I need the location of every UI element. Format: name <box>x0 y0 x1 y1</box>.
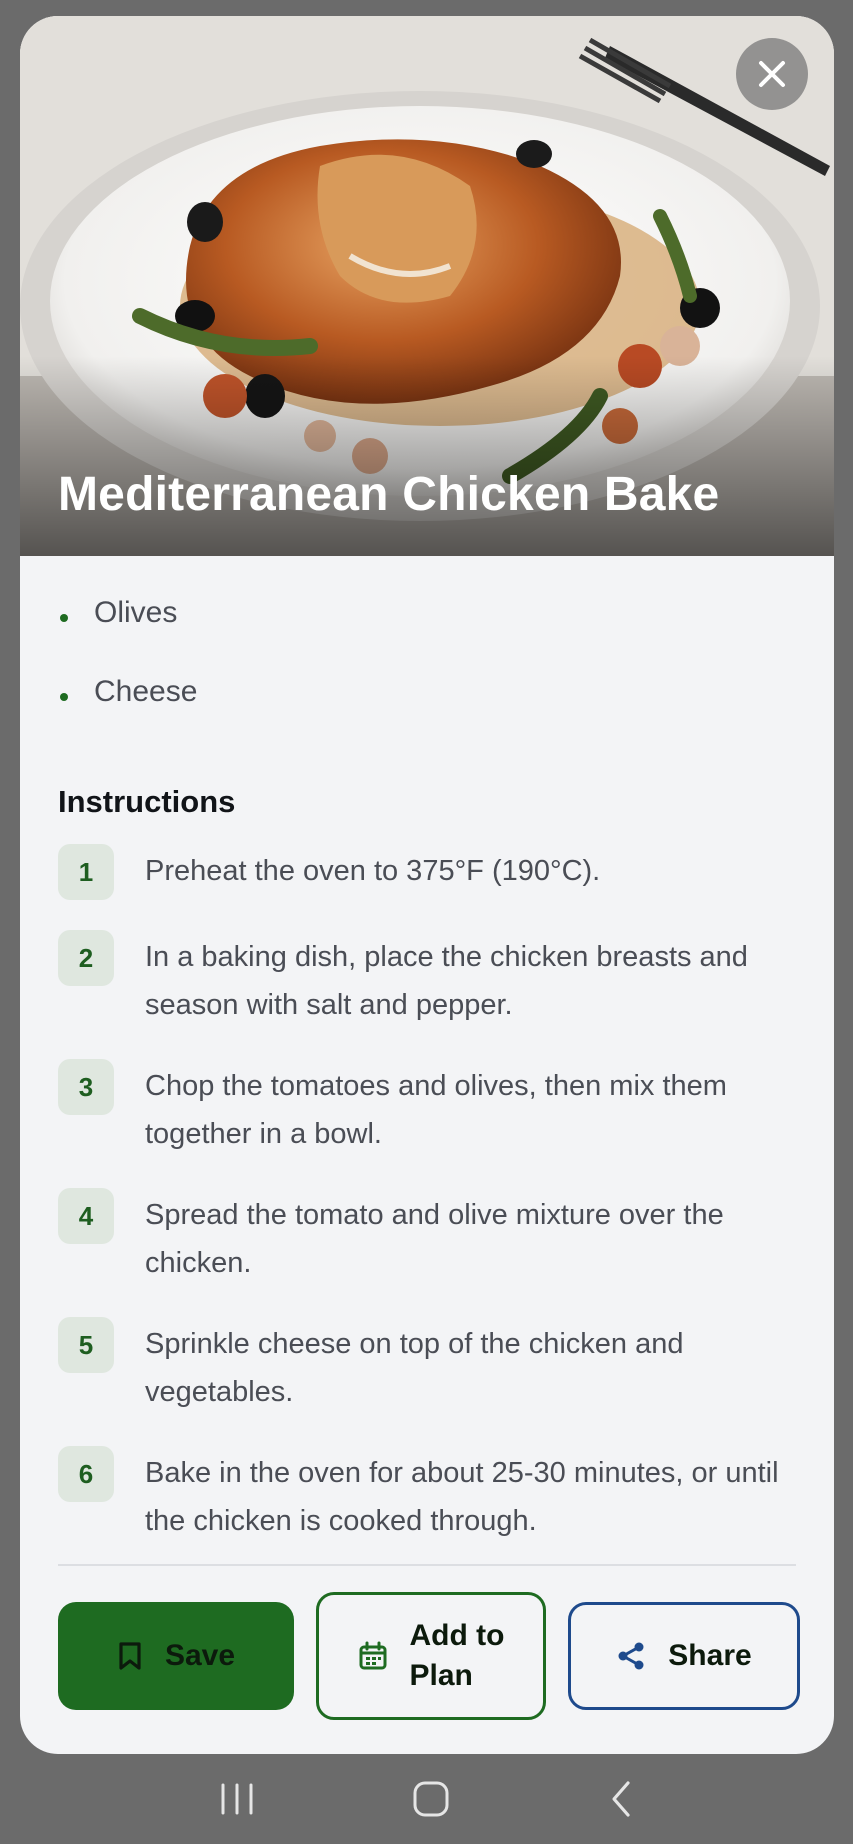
ingredient-item: Olives <box>58 586 796 665</box>
back-icon[interactable] <box>606 1779 636 1819</box>
step-text: In a baking dish, place the chicken brea… <box>145 941 748 1021</box>
action-bar: Save Add to Plan Share <box>58 1592 800 1720</box>
bullet-dot <box>60 614 68 622</box>
recipe-title: Mediterranean Chicken Bake <box>58 468 720 521</box>
add-to-plan-button[interactable]: Add to Plan <box>316 1592 546 1720</box>
instruction-step: 1 Preheat the oven to 375°F (190°C). <box>58 844 796 900</box>
ingredient-item: Cheese <box>58 665 796 744</box>
add-to-plan-label-line2: Plan <box>409 1659 473 1692</box>
instruction-step: 4 Spread the tomato and olive mixture ov… <box>58 1188 796 1287</box>
close-icon <box>759 61 785 87</box>
step-text: Spread the tomato and olive mixture over… <box>145 1199 724 1279</box>
step-number: 6 <box>58 1446 114 1502</box>
bookmark-icon <box>117 1641 143 1671</box>
step-number: 2 <box>58 930 114 986</box>
step-number: 1 <box>58 844 114 900</box>
recipe-hero: Mediterranean Chicken Bake <box>20 16 834 556</box>
calendar-icon <box>358 1641 388 1671</box>
recents-icon[interactable] <box>217 1781 257 1817</box>
bullet-dot <box>60 693 68 701</box>
hero-gradient <box>20 356 834 556</box>
actions-divider <box>58 1564 796 1566</box>
share-button[interactable]: Share <box>568 1602 800 1710</box>
step-text: Chop the tomatoes and olives, then mix t… <box>145 1070 727 1150</box>
close-button[interactable] <box>736 38 808 110</box>
ingredient-label: Cheese <box>94 675 198 708</box>
step-number: 3 <box>58 1059 114 1115</box>
step-number: 4 <box>58 1188 114 1244</box>
instruction-step: 5 Sprinkle cheese on top of the chicken … <box>58 1317 796 1416</box>
share-label: Share <box>668 1639 752 1672</box>
home-icon[interactable] <box>411 1779 451 1819</box>
add-to-plan-label-line1: Add to <box>409 1619 505 1652</box>
system-nav-bar <box>0 1754 853 1844</box>
recipe-card: Mediterranean Chicken Bake Olives Cheese… <box>20 16 834 1754</box>
instruction-step: 2 In a baking dish, place the chicken br… <box>58 930 796 1029</box>
step-text: Sprinkle cheese on top of the chicken an… <box>145 1328 684 1408</box>
save-label: Save <box>164 1639 236 1672</box>
ingredient-list: Olives Cheese <box>58 556 796 744</box>
share-icon <box>616 1641 646 1671</box>
instructions-heading: Instructions <box>58 784 236 819</box>
save-button[interactable]: Save <box>58 1602 294 1710</box>
add-to-plan-label: Add to Plan <box>410 1616 505 1696</box>
step-number: 5 <box>58 1317 114 1373</box>
step-text: Bake in the oven for about 25-30 minutes… <box>145 1457 779 1537</box>
instruction-step: 6 Bake in the oven for about 25-30 minut… <box>58 1446 796 1545</box>
ingredient-label: Olives <box>94 596 178 629</box>
instruction-steps: 1 Preheat the oven to 375°F (190°C). 2 I… <box>58 844 796 1545</box>
step-text: Preheat the oven to 375°F (190°C). <box>145 855 601 887</box>
recipe-content: Olives Cheese Instructions 1 Preheat the… <box>20 556 834 1545</box>
instruction-step: 3 Chop the tomatoes and olives, then mix… <box>58 1059 796 1158</box>
